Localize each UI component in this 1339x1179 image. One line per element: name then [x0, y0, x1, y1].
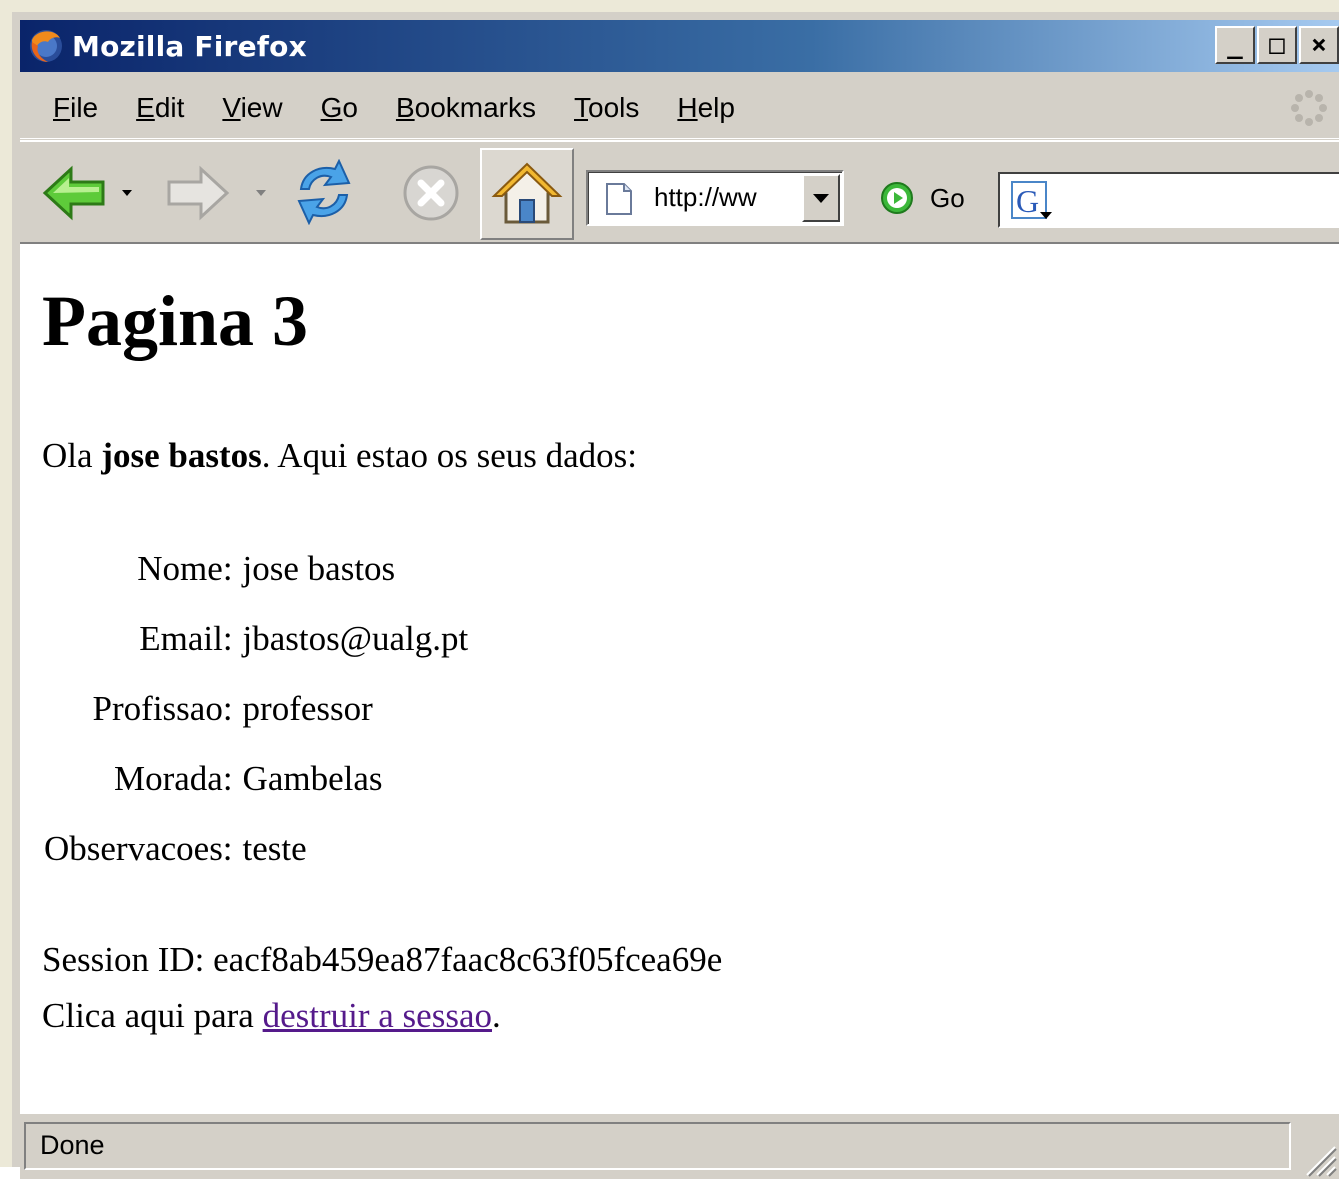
- menu-accel: F: [53, 92, 71, 123]
- page-content: Pagina 3 Ola jose bastos. Aqui estao os …: [20, 244, 1339, 1114]
- forward-arrow-icon: [167, 165, 230, 221]
- status-bar: Done: [20, 1116, 1339, 1179]
- maximize-button[interactable]: □: [1257, 26, 1297, 64]
- home-icon: [491, 162, 563, 224]
- url-bar[interactable]: http://ww: [586, 170, 844, 226]
- menu-label: o: [342, 92, 358, 123]
- destroy-session-line: Clica aqui para destruir a sessao.: [42, 996, 501, 1036]
- go-arrow-icon: [881, 182, 913, 214]
- field-value: Gambelas: [242, 759, 383, 798]
- home-button[interactable]: [480, 148, 574, 240]
- chevron-down-icon: [813, 194, 829, 203]
- menu-accel: V: [222, 92, 241, 123]
- menu-help[interactable]: Help: [658, 92, 754, 124]
- window-frame: Mozilla Firefox _ □ × File Edit View Go …: [20, 20, 1339, 1179]
- field-value: teste: [242, 829, 307, 868]
- session-id-line: Session ID: eacf8ab459ea87faac8c63f05fce…: [42, 940, 722, 980]
- menu-label: dit: [154, 92, 185, 123]
- field-label: Observacoes:: [44, 829, 233, 868]
- menu-bar: File Edit View Go Bookmarks Tools Help: [20, 78, 1339, 139]
- reload-icon: [297, 159, 351, 225]
- close-icon: ×: [1311, 30, 1327, 60]
- menu-label: elp: [697, 92, 735, 123]
- menu-bookmarks[interactable]: Bookmarks: [377, 92, 555, 124]
- firefox-logo-icon: [26, 26, 66, 66]
- svg-text:G: G: [1016, 183, 1039, 219]
- menu-label: ile: [70, 92, 99, 123]
- back-arrow-icon: [42, 165, 105, 221]
- menu-label: ookmarks: [414, 92, 536, 123]
- menu-accel: G: [320, 92, 343, 123]
- greeting-text: Ola jose bastos. Aqui estao os seus dado…: [42, 436, 637, 476]
- close-button[interactable]: ×: [1299, 26, 1339, 64]
- go-label: Go: [930, 182, 965, 213]
- menu-file[interactable]: File: [34, 92, 117, 124]
- destroy-session-link[interactable]: destruir a sessao: [263, 996, 492, 1035]
- url-input[interactable]: http://ww: [654, 182, 794, 213]
- window-controls: _ □ ×: [1215, 26, 1339, 64]
- menu-accel: E: [136, 92, 155, 123]
- stop-button[interactable]: [396, 158, 466, 228]
- field-value: professor: [242, 689, 373, 728]
- throbber-icon: [1289, 88, 1329, 128]
- session-label: Session ID:: [42, 940, 214, 979]
- search-input[interactable]: [1064, 180, 1338, 222]
- maximize-icon: □: [1269, 30, 1285, 60]
- table-row: Nome: jose bastos: [44, 534, 468, 604]
- back-dropdown-icon[interactable]: [122, 190, 132, 196]
- greeting-suffix: . Aqui estao os seus dados:: [261, 436, 637, 475]
- field-label: Nome:: [137, 549, 233, 588]
- menu-label: ools: [588, 92, 640, 123]
- field-value: jose bastos: [242, 549, 396, 588]
- greeting-name: jose bastos: [101, 436, 262, 475]
- forward-button[interactable]: [160, 160, 236, 226]
- destroy-prefix: Clica aqui para: [42, 996, 263, 1035]
- page-heading: Pagina 3: [42, 281, 309, 361]
- back-button[interactable]: [36, 160, 112, 226]
- field-label: Email:: [139, 619, 233, 658]
- forward-dropdown-icon[interactable]: [256, 190, 266, 196]
- menu-edit[interactable]: Edit: [117, 92, 203, 124]
- page-icon: [606, 183, 632, 215]
- status-text: Done: [24, 1122, 1291, 1170]
- go-button[interactable]: Go: [880, 172, 965, 224]
- table-row: Observacoes: teste: [44, 814, 468, 884]
- title-bar[interactable]: Mozilla Firefox _ □ ×: [20, 20, 1339, 72]
- reload-button[interactable]: [286, 156, 362, 228]
- menu-accel: H: [677, 92, 698, 123]
- stop-icon: [403, 165, 459, 221]
- table-row: Morada: Gambelas: [44, 744, 468, 814]
- minimize-button[interactable]: _: [1215, 26, 1255, 64]
- search-bar[interactable]: G: [998, 172, 1339, 228]
- table-row: Email: jbastos@ualg.pt: [44, 604, 468, 674]
- field-value: jbastos@ualg.pt: [242, 619, 469, 658]
- menu-view[interactable]: View: [203, 92, 301, 124]
- google-search-engine-icon[interactable]: G: [1010, 180, 1058, 222]
- menu-tools[interactable]: Tools: [555, 92, 658, 124]
- menu-accel: T: [574, 92, 588, 123]
- url-history-dropdown[interactable]: [802, 174, 840, 222]
- menu-go[interactable]: Go: [302, 92, 377, 124]
- menu-accel: B: [395, 92, 415, 123]
- greeting-prefix: Ola: [42, 436, 102, 475]
- session-id-value: eacf8ab459ea87faac8c63f05fcea69e: [213, 940, 723, 979]
- menu-label: iew: [240, 92, 283, 123]
- destroy-suffix: .: [492, 996, 501, 1035]
- user-data-table: Nome: jose bastos Email: jbastos@ualg.pt P…: [44, 534, 468, 884]
- navigation-toolbar: http://ww Go G: [20, 140, 1339, 244]
- field-label: Profissao:: [92, 689, 233, 728]
- table-row: Profissao: professor: [44, 674, 468, 744]
- minimize-icon: _: [1227, 30, 1243, 60]
- browser-window: Mozilla Firefox _ □ × File Edit View Go …: [0, 0, 1339, 1179]
- resize-grip-icon[interactable]: [1297, 1137, 1337, 1177]
- field-label: Morada:: [113, 759, 233, 798]
- window-title: Mozilla Firefox: [72, 29, 307, 63]
